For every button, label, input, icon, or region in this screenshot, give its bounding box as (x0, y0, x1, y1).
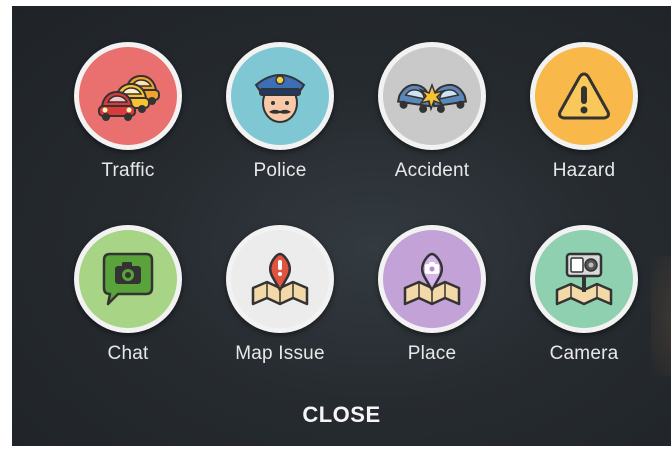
report-item-label: Camera (549, 343, 619, 364)
traffic-icon (79, 47, 177, 145)
place-icon (383, 230, 481, 328)
place-button-ring (378, 225, 486, 333)
police-button-ring (226, 42, 334, 150)
report-item-police[interactable]: Police (215, 42, 345, 202)
report-item-accident[interactable]: Accident (367, 42, 497, 202)
accident-button-ring (378, 42, 486, 150)
report-item-label: Place (407, 343, 457, 364)
hazard-icon (535, 47, 633, 145)
report-item-hazard[interactable]: Hazard (519, 42, 649, 202)
map-issue-button-ring (226, 225, 334, 333)
camera-icon (535, 230, 633, 328)
traffic-button-ring (74, 42, 182, 150)
map-issue-icon (231, 230, 329, 328)
chat-button-ring (74, 225, 182, 333)
hazard-button-ring (530, 42, 638, 150)
accident-icon (383, 47, 481, 145)
police-icon (231, 47, 329, 145)
report-item-label: Chat (107, 343, 149, 364)
report-item-traffic[interactable]: Traffic (63, 42, 193, 202)
chat-icon (79, 230, 177, 328)
report-item-map-issue[interactable]: Map Issue (215, 225, 345, 385)
report-item-camera[interactable]: Camera (519, 225, 649, 385)
camera-button-ring (530, 225, 638, 333)
report-item-label: Accident (394, 160, 470, 181)
report-item-label: Hazard (552, 160, 616, 181)
close-button[interactable]: CLOSE (12, 402, 671, 428)
report-item-label: Map Issue (235, 343, 325, 364)
report-item-chat[interactable]: Chat (63, 225, 193, 385)
report-grid: Traffic Police Accident Hazard Chat Map … (12, 6, 671, 406)
report-item-label: Traffic (101, 160, 155, 181)
report-menu-overlay: Traffic Police Accident Hazard Chat Map … (12, 6, 671, 446)
report-item-place[interactable]: Place (367, 225, 497, 385)
report-item-label: Police (253, 160, 307, 181)
